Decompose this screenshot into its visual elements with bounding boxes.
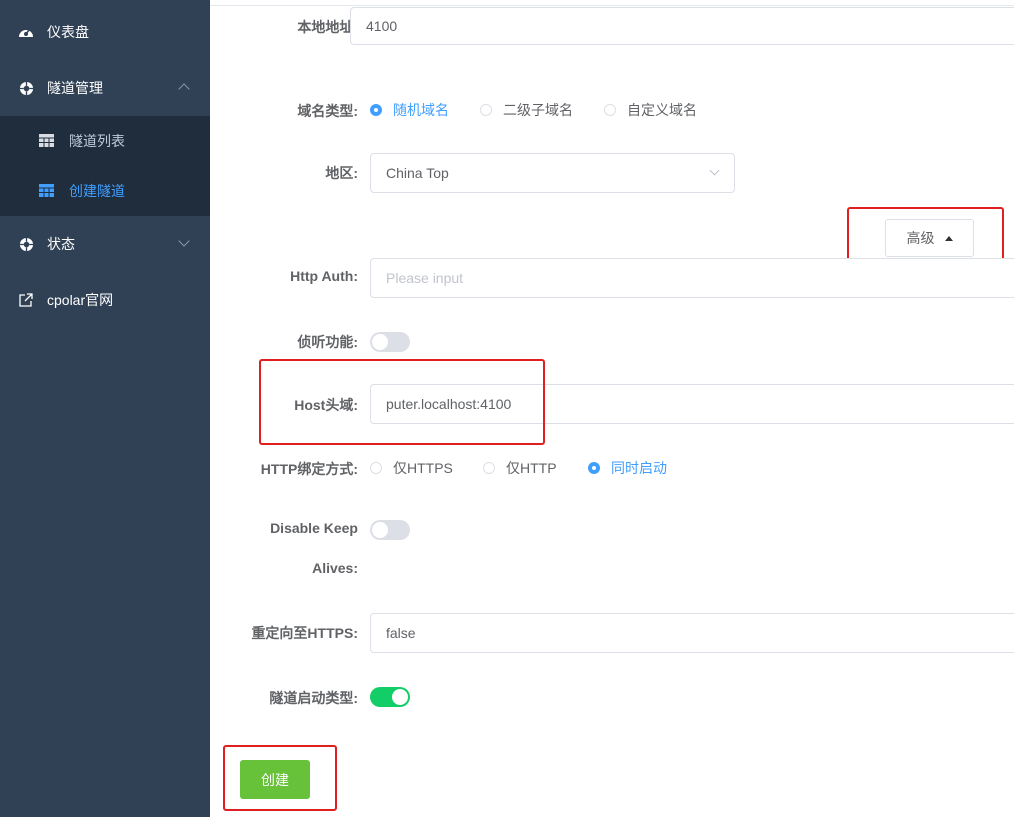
radio-label: 二级子域名 xyxy=(503,102,573,118)
sidebar-item-label: 状态 xyxy=(47,236,75,252)
sidebar-item-label: 仪表盘 xyxy=(47,24,89,40)
create-tunnel-form: 本地地址: 4100 域名类型: 随机域名 二级子域名 自定义域名 地区: Ch… xyxy=(210,0,1014,817)
radio-circle xyxy=(604,104,616,116)
local-address-label: 本地地址: xyxy=(297,19,358,35)
listen-switch[interactable] xyxy=(370,332,410,352)
radio-circle xyxy=(370,104,382,116)
radio-circle xyxy=(483,462,495,474)
disable-keepalives-label-line1: Disable Keep xyxy=(270,520,358,536)
radio-custom-domain[interactable]: 自定义域名 xyxy=(604,100,697,120)
dashboard-icon xyxy=(18,24,34,40)
radio-label: 仅HTTPS xyxy=(393,460,453,476)
sidebar-item-tunnel-management[interactable]: 隧道管理 xyxy=(0,60,210,116)
disable-keepalives-label-line2: Alives: xyxy=(312,560,358,576)
switch-knob xyxy=(372,334,388,350)
http-auth-label: Http Auth: xyxy=(290,268,358,284)
radio-circle xyxy=(480,104,492,116)
chevron-up-icon xyxy=(178,83,190,95)
table-icon xyxy=(39,133,54,149)
radio-label: 自定义域名 xyxy=(627,102,697,118)
radio-circle xyxy=(588,462,600,474)
sidebar-item-label: 创建隧道 xyxy=(69,183,125,199)
sidebar-item-label: 隧道列表 xyxy=(69,133,125,149)
redirect-https-value: false xyxy=(386,625,416,641)
http-auth-placeholder: Please input xyxy=(386,270,464,286)
radio-random-domain[interactable]: 随机域名 xyxy=(370,100,449,120)
sidebar-item-cpolar-site[interactable]: cpolar官网 xyxy=(0,272,210,328)
sidebar-item-tunnel-list[interactable]: 隧道列表 xyxy=(0,116,210,166)
radio-circle xyxy=(370,462,382,474)
sidebar-item-create-tunnel[interactable]: 创建隧道 xyxy=(0,166,210,216)
divider xyxy=(210,5,1014,6)
domain-type-label: 域名类型: xyxy=(297,103,358,119)
sidebar-item-label: 隧道管理 xyxy=(47,80,103,96)
tunnel-autostart-label: 隧道启动类型: xyxy=(269,690,358,706)
external-link-icon xyxy=(18,292,34,308)
region-value: China Top xyxy=(386,165,449,181)
radio-subdomain[interactable]: 二级子域名 xyxy=(480,100,573,120)
redirect-https-input[interactable]: false xyxy=(370,613,1014,653)
sidebar: 仪表盘 隧道管理 隧道列表 创建隧道 状态 cpolar官网 xyxy=(0,0,210,817)
radio-label: 同时启动 xyxy=(611,460,667,476)
sidebar-item-dashboard[interactable]: 仪表盘 xyxy=(0,4,210,60)
table-icon xyxy=(39,183,54,199)
chevron-down-icon xyxy=(709,165,720,176)
http-auth-input[interactable]: Please input xyxy=(370,258,1014,298)
region-label: 地区: xyxy=(325,165,358,181)
radio-label: 随机域名 xyxy=(393,102,449,118)
disable-keepalives-switch[interactable] xyxy=(370,520,410,540)
radio-label: 仅HTTP xyxy=(506,460,557,476)
highlight-box xyxy=(223,745,337,811)
highlight-box xyxy=(259,359,545,445)
chevron-down-icon xyxy=(178,235,190,247)
lifebuoy-icon xyxy=(18,80,34,96)
sidebar-item-status[interactable]: 状态 xyxy=(0,216,210,272)
radio-http-only[interactable]: 仅HTTP xyxy=(483,458,557,478)
radio-https-only[interactable]: 仅HTTPS xyxy=(370,458,453,478)
sidebar-item-label: cpolar官网 xyxy=(47,292,114,308)
switch-knob xyxy=(372,522,388,538)
region-select[interactable]: China Top xyxy=(370,153,735,193)
http-bind-label: HTTP绑定方式: xyxy=(260,461,358,477)
radio-both[interactable]: 同时启动 xyxy=(588,458,667,478)
sidebar-submenu: 隧道列表 创建隧道 xyxy=(0,116,210,216)
lifebuoy-icon xyxy=(18,236,34,252)
listen-label: 侦听功能: xyxy=(297,334,358,350)
switch-knob xyxy=(392,689,408,705)
local-address-value: 4100 xyxy=(366,18,398,34)
tunnel-autostart-switch[interactable] xyxy=(370,687,410,707)
redirect-https-label: 重定向至HTTPS: xyxy=(251,625,358,641)
local-address-input[interactable]: 4100 xyxy=(350,7,1014,45)
